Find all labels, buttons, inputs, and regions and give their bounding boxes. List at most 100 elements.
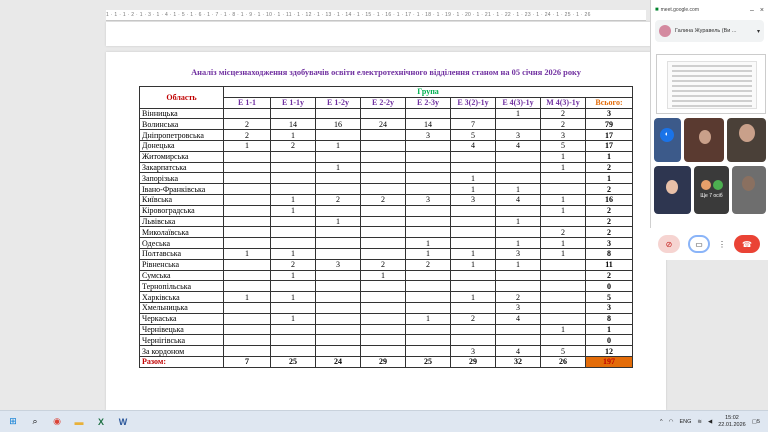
- value-cell: 3: [540, 129, 586, 141]
- value-cell: [450, 237, 496, 249]
- document-page[interactable]: Аналіз місцезнаходження здобувачів освіт…: [106, 52, 666, 410]
- participant-tile[interactable]: ◐: [654, 118, 681, 162]
- value-cell: [450, 334, 496, 347]
- value-cell: [315, 150, 361, 163]
- camera-button[interactable]: ▭: [688, 235, 710, 253]
- value-cell: [405, 107, 451, 120]
- value-cell: 4: [495, 345, 541, 357]
- lang-indicator[interactable]: ENG: [679, 419, 691, 425]
- network-icon[interactable]: ◠: [669, 419, 674, 425]
- participant-tile[interactable]: [732, 166, 766, 214]
- more-options-button[interactable]: ⋮: [718, 235, 726, 253]
- value-cell: [223, 301, 271, 314]
- value-cell: [495, 150, 541, 163]
- value-cell: [495, 226, 541, 239]
- value-cell: [540, 291, 586, 303]
- value-cell: 1: [405, 312, 451, 325]
- region-cell: Тернопільська: [139, 280, 224, 293]
- table-row: Київська 1 2 2 3 3 4 1 16: [139, 193, 634, 206]
- minimize-icon[interactable]: –: [750, 7, 754, 14]
- value-cell: 1: [540, 323, 586, 336]
- row-total-cell: 2: [584, 226, 634, 239]
- region-cell: Івано-Франківська: [139, 183, 224, 195]
- row-total-cell: 1: [584, 172, 634, 185]
- file-explorer-icon[interactable]: ▬: [72, 415, 86, 429]
- value-cell: [315, 334, 361, 347]
- value-cell: [223, 183, 271, 195]
- chrome-icon[interactable]: ◉: [50, 415, 64, 429]
- clock[interactable]: 15:02 22.01.2026: [718, 415, 746, 429]
- chevron-up-icon[interactable]: ^: [660, 419, 663, 425]
- value-cell: [360, 204, 406, 217]
- value-cell: 1: [450, 172, 496, 185]
- others-label: Ще 7 осіб: [700, 193, 723, 199]
- taskbar: ⊞ ⌕ ◉ ▬ X W ^ ◠ ENG ≋ ◀ 15:02 22.01.2026 …: [0, 410, 768, 432]
- participant-tile[interactable]: [727, 118, 766, 162]
- participant-tile[interactable]: [654, 166, 691, 214]
- excel-icon[interactable]: X: [94, 415, 108, 429]
- value-cell: 3: [450, 345, 496, 357]
- value-cell: 1: [270, 129, 316, 141]
- value-cell: [405, 183, 451, 195]
- value-cell: 3: [405, 129, 451, 141]
- value-cell: 1: [540, 247, 586, 260]
- sum-cell: 29: [450, 355, 496, 368]
- more-vert-icon: ⋮: [718, 239, 726, 249]
- value-cell: 1: [495, 107, 541, 120]
- word-icon[interactable]: W: [116, 415, 130, 429]
- value-cell: [405, 334, 451, 347]
- value-cell: [360, 345, 406, 357]
- windows-start-icon[interactable]: ⊞: [6, 415, 20, 429]
- region-cell: Полтавська: [139, 247, 224, 260]
- value-cell: [270, 345, 316, 357]
- value-cell: [360, 280, 406, 293]
- chevron-down-icon[interactable]: ▾: [757, 28, 760, 35]
- close-icon[interactable]: ×: [760, 7, 764, 14]
- horizontal-ruler[interactable]: 1 · 1 · 1 · 2 · 1 · 3 · 1 · 4 · 1 · 5 · …: [106, 10, 646, 21]
- value-cell: 1: [450, 247, 496, 260]
- shared-screen-tile[interactable]: [656, 54, 766, 114]
- volume-icon[interactable]: ◀: [708, 419, 712, 425]
- value-cell: [405, 204, 451, 217]
- value-cell: 3: [495, 129, 541, 141]
- students-table: Область Група Е 1-1 Е 1-1у Е 1-2у Е 2-2у Е 2…: [139, 86, 634, 368]
- value-cell: [223, 150, 271, 163]
- clock-date: 22.01.2026: [718, 421, 746, 428]
- value-cell: [315, 204, 361, 217]
- table-row: Хмельницька 3 3: [139, 301, 634, 314]
- value-cell: [450, 323, 496, 336]
- row-total-cell: 3: [584, 301, 634, 314]
- search-icon[interactable]: ⌕: [28, 415, 42, 429]
- value-cell: [540, 215, 586, 228]
- value-cell: 2: [270, 139, 316, 152]
- document-workspace[interactable]: 1 · 1 · 1 · 2 · 1 · 3 · 1 · 4 · 1 · 5 · …: [0, 0, 666, 410]
- value-cell: [540, 334, 586, 347]
- notifications-icon[interactable]: ▢5: [752, 419, 760, 425]
- value-cell: [495, 269, 541, 282]
- hang-up-button[interactable]: ☎: [734, 235, 760, 253]
- value-cell: 5: [540, 345, 586, 357]
- value-cell: [270, 237, 316, 249]
- value-cell: [270, 226, 316, 239]
- wifi-icon[interactable]: ≋: [697, 419, 702, 425]
- value-cell: [405, 161, 451, 174]
- value-cell: 1: [540, 193, 586, 206]
- table-row: Закарпатська 1 1 2: [139, 161, 634, 174]
- participant-tile[interactable]: [684, 118, 724, 162]
- value-cell: [540, 183, 586, 195]
- more-participants-tile[interactable]: Ще 7 осіб: [694, 166, 729, 214]
- row-total-cell: 2: [584, 269, 634, 282]
- mic-off-button[interactable]: ⊘: [658, 235, 680, 253]
- value-cell: [495, 172, 541, 185]
- value-cell: [450, 280, 496, 293]
- value-cell: 1: [495, 183, 541, 195]
- meet-user-selector[interactable]: Галина Журавель (Ви ... ▾: [655, 20, 764, 42]
- value-cell: [223, 172, 271, 185]
- value-cell: [360, 291, 406, 303]
- row-total-cell: 0: [584, 280, 634, 293]
- value-cell: [495, 323, 541, 336]
- desktop: 1 · 1 · 1 · 2 · 1 · 3 · 1 · 4 · 1 · 5 · …: [0, 0, 768, 432]
- value-cell: [223, 269, 271, 282]
- row-total-cell: 2: [584, 215, 634, 228]
- value-cell: [223, 193, 271, 206]
